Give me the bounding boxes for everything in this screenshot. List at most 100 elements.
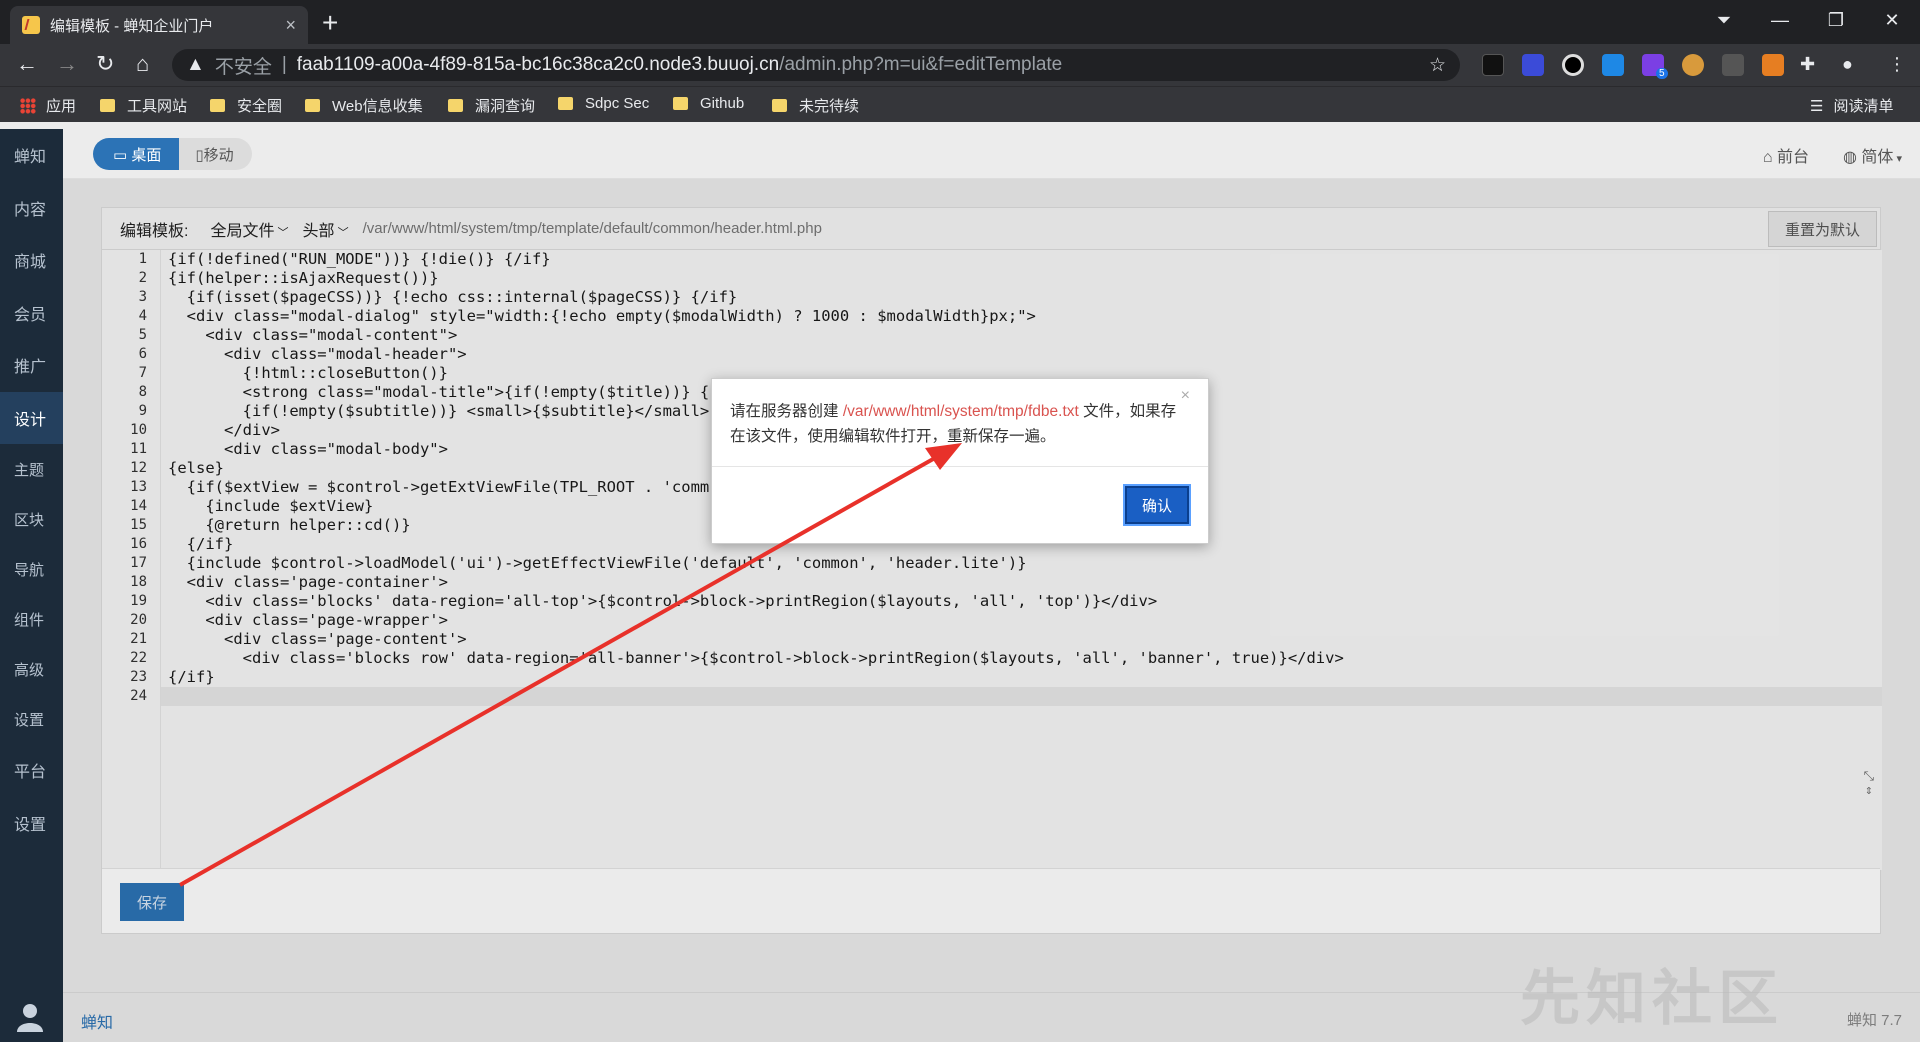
mobile-label: 移动 <box>203 147 234 164</box>
home-icon[interactable]: ⌂ <box>136 51 149 77</box>
bookmark-label: 安全圈 <box>237 98 283 115</box>
tab-close-icon[interactable]: × <box>285 15 296 36</box>
language-dropdown[interactable]: ◍ 简体 ▾ <box>1843 143 1902 167</box>
browser-tab-strip: 编辑模板 - 蝉知企业门户 × + ⏷ — ❐ ✕ <box>0 0 1920 44</box>
modal-backdrop <box>63 179 1920 1042</box>
sidebar-item-design[interactable]: 设计 <box>0 391 63 444</box>
sidebar-item-settings[interactable]: 设置 <box>0 797 63 850</box>
bookmark-folder[interactable]: Web信息收集 <box>305 95 423 116</box>
bookmark-folder[interactable]: 未完待续 <box>772 95 859 116</box>
menu-icon[interactable]: ⋮ <box>1888 54 1906 75</box>
bookmark-apps[interactable]: 应用 <box>20 95 76 116</box>
sidebar-item-widgets[interactable]: 组件 <box>0 594 63 644</box>
separator: | <box>281 54 287 75</box>
bookmark-star-icon[interactable]: ☆ <box>1429 54 1446 77</box>
bookmark-folder[interactable]: Github <box>673 95 744 112</box>
language-label: 简体 <box>1861 149 1894 166</box>
bookmark-label: Github <box>700 95 745 112</box>
desktop-tab[interactable]: ▭ 桌面 <box>93 138 180 170</box>
close-window-icon[interactable]: ✕ <box>1864 10 1920 31</box>
modal-message: 请在服务器创建 /var/www/html/system/tmp/fdbe.tx… <box>712 379 1208 467</box>
extensions-puzzle-icon[interactable]: ✚ <box>1800 54 1815 75</box>
url-path: /admin.php?m=ui&f=editTemplate <box>779 54 1063 75</box>
mobile-tab[interactable]: ▯移动 <box>179 138 252 170</box>
bookmark-folder[interactable]: Sdpc Sec <box>558 95 649 112</box>
sidebar-item-design-settings[interactable]: 设置 <box>0 694 63 744</box>
bookmark-label: Sdpc Sec <box>585 95 650 112</box>
folder-icon <box>305 99 320 112</box>
bookmark-folder[interactable]: 漏洞查询 <box>448 95 535 116</box>
site-favicon-icon <box>22 16 40 34</box>
sidebar-item-members[interactable]: 会员 <box>0 287 63 340</box>
front-label: 前台 <box>1776 149 1809 166</box>
topbar-right: ⌂ 前台 ◍ 简体 ▾ <box>1763 143 1902 167</box>
browser-toolbar: ← → ↻ ⌂ ▲ 不安全 | faab1109-a00a-4f89-815a-… <box>0 44 1920 86</box>
new-tab-button[interactable]: + <box>322 7 338 39</box>
bookmark-folder[interactable]: 安全圈 <box>210 95 282 116</box>
warning-icon[interactable]: ▲ <box>186 54 205 76</box>
sidebar-item-content[interactable]: 内容 <box>0 182 63 235</box>
back-icon[interactable]: ← <box>16 51 38 77</box>
cookie-icon[interactable] <box>1682 54 1704 76</box>
bookmarks-bar: 应用 工具网站 安全圈 Web信息收集 漏洞查询 Sdpc Sec Github… <box>0 86 1920 122</box>
confirm-button[interactable]: 确认 <box>1123 484 1191 526</box>
insecure-label: 不安全 <box>214 56 272 78</box>
extension-7-icon[interactable] <box>1722 54 1744 76</box>
folder-icon <box>448 99 463 112</box>
folder-icon <box>558 97 573 110</box>
sidebar-item-blocks[interactable]: 区块 <box>0 494 63 544</box>
globe-icon: ◍ <box>1843 149 1862 166</box>
extension-1-icon[interactable] <box>1482 54 1504 76</box>
folder-icon <box>673 97 688 110</box>
bookmark-folder[interactable]: 工具网站 <box>100 95 187 116</box>
phone-icon: ▯ <box>195 147 204 164</box>
window-controls: ⏷ — ❐ ✕ <box>1696 0 1920 40</box>
restore-icon[interactable]: ❐ <box>1808 10 1864 31</box>
sidebar-item-advanced[interactable]: 高级 <box>0 644 63 694</box>
sidebar-item-brand[interactable]: 蝉知 <box>0 129 63 182</box>
minimize-icon[interactable]: — <box>1752 10 1808 31</box>
bookmark-label: Web信息收集 <box>332 98 423 115</box>
extension-8-icon[interactable] <box>1762 54 1784 76</box>
monitor-icon: ▭ <box>113 147 132 164</box>
folder-icon <box>210 99 225 112</box>
sidebar-item-promote[interactable]: 推广 <box>0 339 63 392</box>
admin-topbar: ▭ 桌面 ▯移动 ⌂ 前台 ◍ 简体 ▾ <box>63 129 1920 179</box>
browser-tab[interactable]: 编辑模板 - 蝉知企业门户 × <box>10 6 308 44</box>
modal-file-path: /var/www/html/system/tmp/fdbe.txt <box>842 403 1079 420</box>
modal-text-before: 请在服务器创建 <box>730 403 843 420</box>
user-avatar-icon[interactable] <box>14 1000 46 1032</box>
extension-2-icon[interactable] <box>1522 54 1544 76</box>
extension-3-icon[interactable] <box>1562 54 1584 76</box>
bookmark-label: 未完待续 <box>799 98 860 115</box>
account-icon[interactable]: ● <box>1842 54 1853 75</box>
sidebar-item-nav[interactable]: 导航 <box>0 544 63 594</box>
extension-badge: 5 <box>1656 68 1668 79</box>
address-bar[interactable]: ▲ 不安全 | faab1109-a00a-4f89-815a-bc16c38c… <box>172 49 1460 81</box>
apps-icon <box>20 97 36 114</box>
desktop-label: 桌面 <box>131 147 162 164</box>
extension-4-icon[interactable] <box>1602 54 1624 76</box>
admin-sidebar: 蝉知 内容 商城 会员 推广 设计 主题 区块 导航 组件 高级 设置 平台 设… <box>0 129 63 1042</box>
folder-icon <box>772 99 787 112</box>
bookmark-label: 工具网站 <box>127 98 188 115</box>
close-icon[interactable]: × <box>1181 387 1190 405</box>
home-icon: ⌂ <box>1762 149 1777 166</box>
sidebar-item-platform[interactable]: 平台 <box>0 744 63 797</box>
bookmark-label: 漏洞查询 <box>475 98 536 115</box>
reload-icon[interactable]: ↻ <box>96 51 114 77</box>
tab-title: 编辑模板 - 蝉知企业门户 <box>50 17 214 35</box>
front-link[interactable]: ⌂ 前台 <box>1763 143 1809 167</box>
alert-modal: × 请在服务器创建 /var/www/html/system/tmp/fdbe.… <box>711 378 1209 544</box>
folder-icon <box>100 99 115 112</box>
sidebar-item-theme[interactable]: 主题 <box>0 444 63 494</box>
profile-menu-icon[interactable]: ⏷ <box>1696 10 1752 31</box>
caret-down-icon: ▾ <box>1893 153 1902 165</box>
bookmark-label: 应用 <box>46 98 77 115</box>
device-toggle: ▭ 桌面 ▯移动 <box>93 138 252 170</box>
reading-list-icon: ☰ <box>1810 97 1824 115</box>
url-host: faab1109-a00a-4f89-815a-bc16c38ca2c0.nod… <box>296 54 780 75</box>
forward-icon[interactable]: → <box>56 51 78 77</box>
reading-list[interactable]: ☰ 阅读清单 <box>1810 95 1893 116</box>
sidebar-item-shop[interactable]: 商城 <box>0 234 63 287</box>
